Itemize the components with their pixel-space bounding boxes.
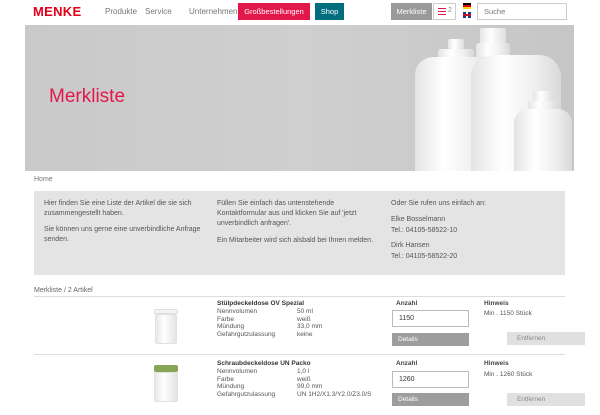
info-text-2: Sie können uns gerne eine unverbindliche…	[44, 226, 201, 243]
info-box: Hier finden Sie eine Liste der Artikel d…	[34, 191, 565, 275]
attr-label: Mündung	[217, 383, 245, 391]
product-row: Stülpdeckeldose OV Spezial Nennvolumen F…	[34, 296, 585, 354]
attr-value: 99,0 mm	[297, 383, 323, 391]
nav-produkte[interactable]: Produkte	[105, 7, 137, 16]
merkliste-count-button[interactable]: 2	[433, 3, 456, 20]
contact-tel-2[interactable]: Tel.: 04105-58522-20	[391, 252, 457, 262]
attr-label: Mündung	[217, 323, 245, 331]
quantity-input[interactable]: 1260	[392, 371, 469, 388]
breadcrumb-home[interactable]: Home	[34, 176, 53, 183]
shop-button[interactable]: Shop	[315, 3, 344, 20]
attr-label: Farbe	[217, 375, 234, 383]
remove-button[interactable]: Entfernen	[507, 332, 585, 345]
attr-label: Gefahrgutzulassung	[217, 330, 276, 338]
info-text-4: Ein Mitarbeiter wird sich alsbald bei Ih…	[217, 237, 374, 244]
attr-value: keine	[297, 330, 313, 338]
merkliste-count-title: Merkliste / 2 Artikel	[34, 287, 93, 294]
product-name[interactable]: Schraubdeckeldose UN Packo	[217, 360, 311, 367]
product-name[interactable]: Stülpdeckeldose OV Spezial	[217, 300, 304, 307]
attr-label: Nennvolumen	[217, 368, 258, 375]
quantity-input[interactable]: 1150	[392, 310, 469, 327]
details-button[interactable]: Details	[392, 393, 469, 406]
grossbestellungen-button[interactable]: Großbestellungen	[238, 3, 310, 20]
hinweis-label: Hinweis	[484, 360, 509, 367]
details-button[interactable]: Details	[392, 333, 469, 346]
nav-service[interactable]: Service	[145, 7, 172, 16]
en-flag-icon[interactable]	[463, 12, 471, 18]
hero-banner: Merkliste	[25, 25, 574, 171]
info-text-1: Hier finden Sie eine Liste der Artikel d…	[44, 200, 192, 217]
remove-button[interactable]: Entfernen	[507, 393, 585, 406]
site-header: MENKE Produkte Service Unternehmen Großb…	[0, 0, 600, 24]
attr-value: 50 ml	[297, 308, 313, 315]
min-quantity-note: Min . 1150 Stück	[484, 310, 532, 317]
attr-value: UN 1H2/X1.3/Y2.0/Z3.0/S	[297, 390, 372, 398]
hinweis-label: Hinweis	[484, 300, 509, 307]
product-image[interactable]	[152, 309, 180, 347]
page-title: Merkliste	[49, 86, 126, 107]
merkliste-count: 2	[448, 7, 452, 14]
contact-tel-1[interactable]: Tel.: 04105-58522-10	[391, 226, 457, 236]
min-quantity-note: Min . 1260 Stück	[484, 371, 533, 378]
product-image[interactable]	[152, 365, 180, 403]
attr-value: weiß	[297, 315, 311, 323]
nav-unternehmen[interactable]: Unternehmen	[189, 7, 237, 16]
anzahl-label: Anzahl	[396, 300, 418, 307]
attr-value: 1,0 l	[297, 368, 310, 375]
anzahl-label: Anzahl	[396, 360, 418, 367]
product-row: Schraubdeckeldose UN Packo Nennvolumen F…	[34, 354, 585, 412]
search-input[interactable]	[477, 3, 567, 20]
de-flag-icon[interactable]	[463, 3, 471, 9]
info-call-intro: Oder Sie rufen uns einfach an:	[391, 200, 486, 207]
menke-logo[interactable]: MENKE	[33, 4, 81, 19]
attr-label: Gefahrgutzulassung	[217, 390, 276, 398]
contact-name-2: Dirk Hansen	[391, 242, 430, 249]
info-text-3: Füllen Sie einfach das untenstehende Kon…	[217, 200, 357, 227]
attr-label: Farbe	[217, 315, 234, 323]
attr-label: Nennvolumen	[217, 308, 258, 315]
list-icon	[438, 8, 446, 15]
attr-value: 33,0 mm	[297, 323, 323, 331]
contact-name-1: Elke Bosselmann	[391, 216, 446, 223]
attr-value: weiß	[297, 375, 311, 383]
merkliste-button[interactable]: Merkliste	[391, 3, 432, 20]
